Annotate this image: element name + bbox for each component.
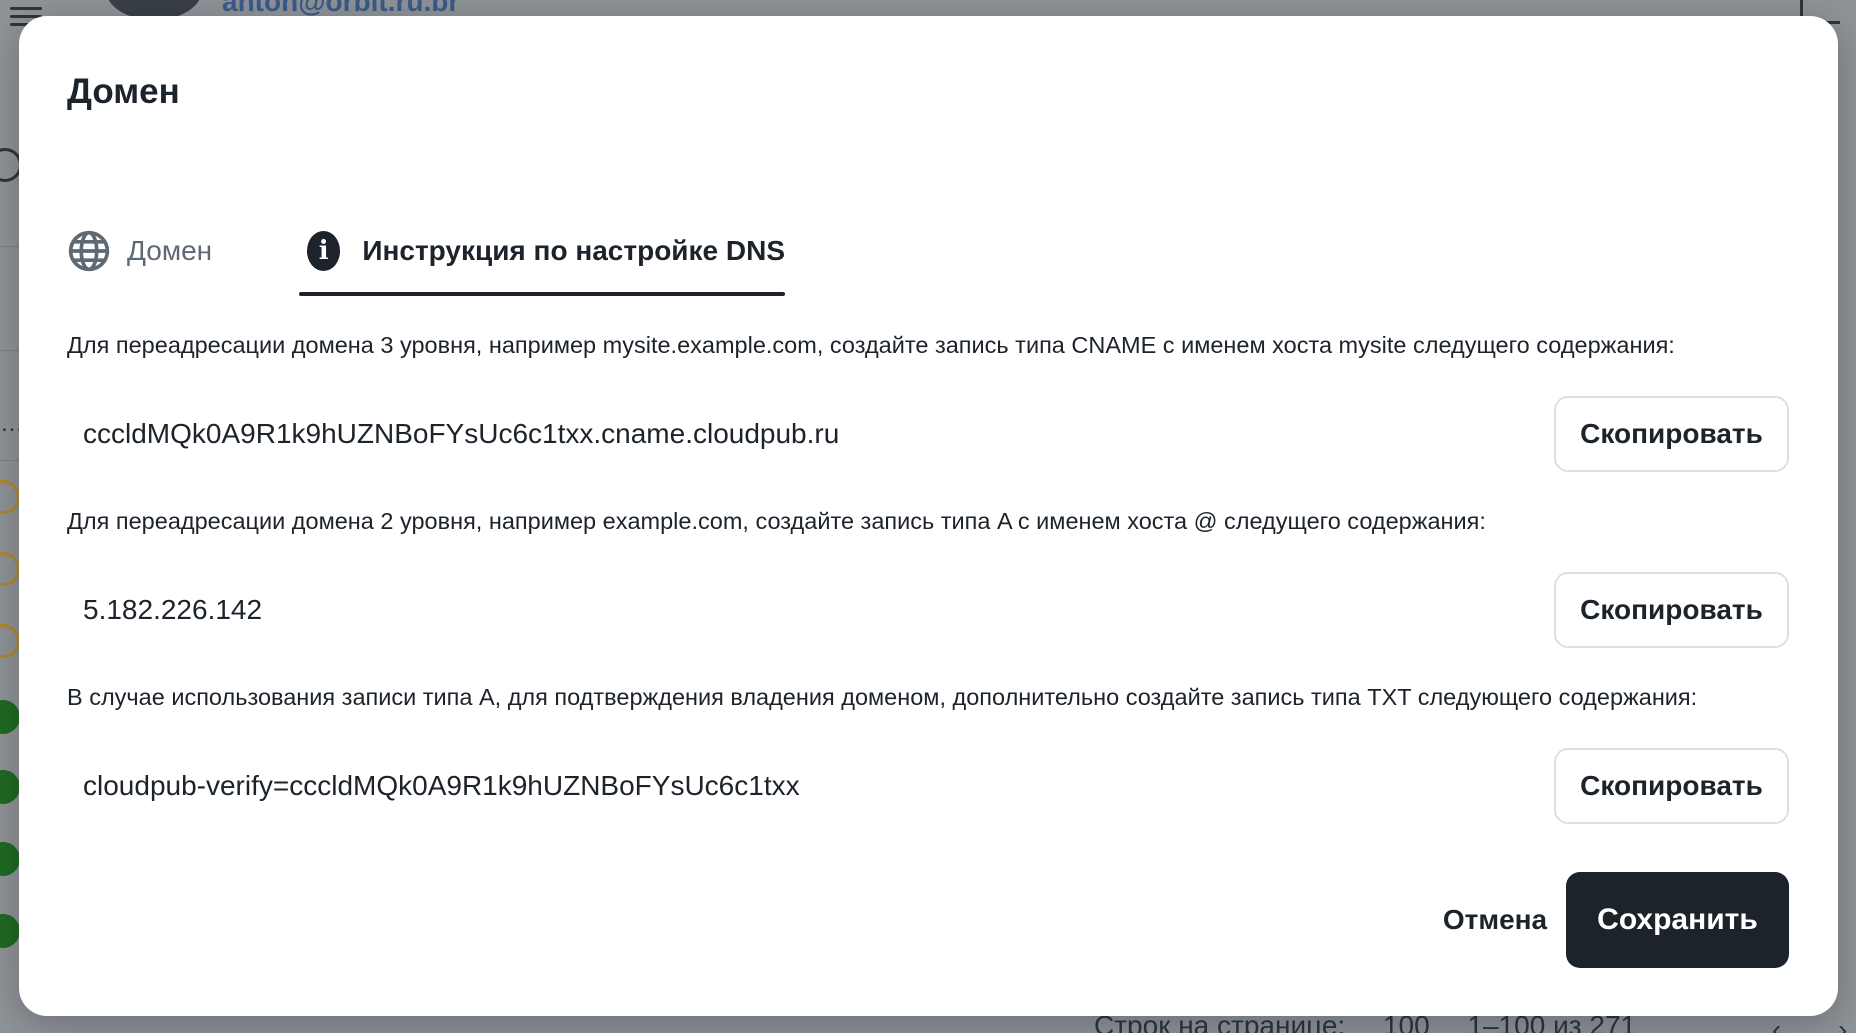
divider [0,460,20,461]
tab-domain-label: Домен [127,235,213,266]
status-active-icon [0,914,20,948]
txt-record-row: cloudpub-verify=cccldMQk0A9R1k9hUZNBoFYs… [67,748,1789,824]
copy-cname-button[interactable]: Скопировать [1554,396,1789,472]
cancel-button[interactable]: Отмена [1415,872,1575,968]
a-record-row: 5.182.226.142 Скопировать [67,572,1789,648]
dialog-title: Домен [67,72,180,111]
status-pending-icon [0,480,20,514]
active-tab-indicator [299,292,785,296]
tab-dns-label: Инструкция по настройке DNS [362,235,785,266]
copy-a-record-button[interactable]: Скопировать [1554,572,1789,648]
tab-dns-instructions[interactable]: i Инструкция по настройке DNS [299,204,785,298]
divider [0,350,20,351]
tab-domain[interactable]: Домен [67,204,257,298]
chevron-right-icon[interactable]: › [1838,1014,1847,1033]
status-active-icon [0,770,20,804]
globe-icon [68,230,110,272]
a-record-value[interactable]: 5.182.226.142 [83,572,262,648]
save-button[interactable]: Сохранить [1566,872,1789,968]
cname-value[interactable]: cccldMQk0A9R1k9hUZNBoFYsUc6c1txx.cname.c… [83,396,839,472]
info-icon: i [307,231,341,271]
txt-value[interactable]: cloudpub-verify=cccldMQk0A9R1k9hUZNBoFYs… [83,748,800,824]
status-pending-icon [0,552,20,586]
copy-txt-button[interactable]: Скопировать [1554,748,1789,824]
divider [0,246,20,247]
a-record-instruction: Для переадресации домена 2 уровня, напри… [67,508,1486,534]
status-pending-icon [0,624,20,658]
status-active-icon [0,842,20,876]
tab-bar: Домен i Инструкция по настройке DNS [67,204,967,298]
chevron-left-icon[interactable]: ‹ [1772,1014,1781,1033]
cname-instruction: Для переадресации домена 3 уровня, напри… [67,332,1675,358]
txt-instruction: В случае использования записи типа A, дл… [67,684,1698,710]
domain-dialog: Домен Домен i Инструкция по настройке DN… [19,16,1838,1016]
status-active-icon [0,700,20,734]
cname-record-row: cccldMQk0A9R1k9hUZNBoFYsUc6c1txx.cname.c… [67,396,1789,472]
